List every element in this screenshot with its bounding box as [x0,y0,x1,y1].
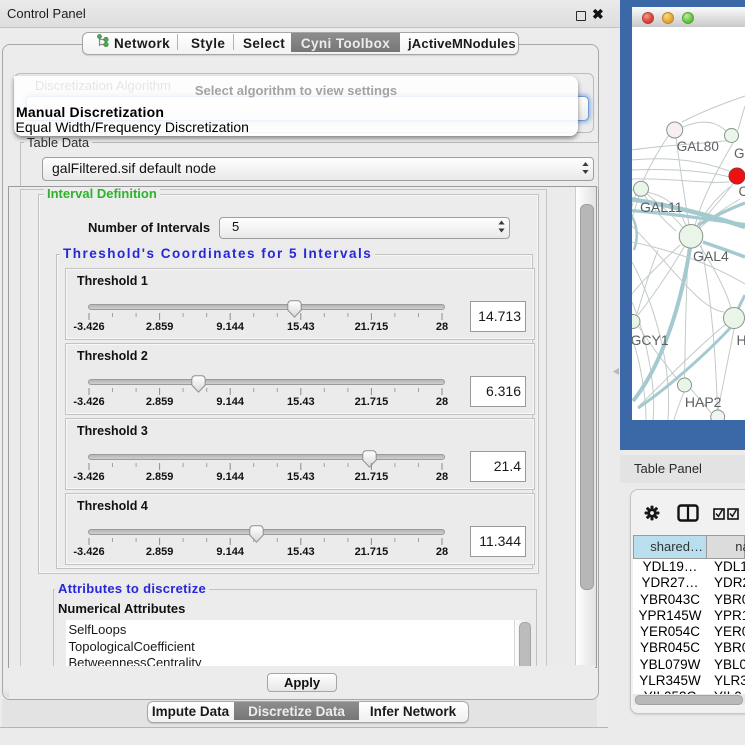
svg-text:GAL4: GAL4 [693,248,729,264]
svg-text:H: H [737,332,745,348]
svg-text:GAL80: GAL80 [677,139,719,154]
svg-text:C: C [739,184,745,199]
svg-text:G.: G. [734,146,745,161]
svg-text:GAL11: GAL11 [640,199,683,215]
svg-text:GCY1: GCY1 [632,332,669,348]
svg-text:HAP2: HAP2 [685,394,722,410]
